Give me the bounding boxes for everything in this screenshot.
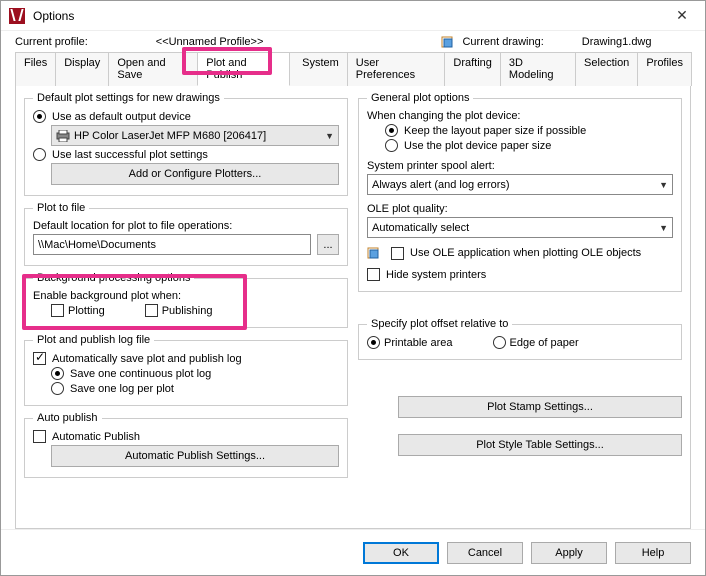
drawing-icon — [367, 246, 381, 260]
group-plot-to-file: Plot to file Default location for plot t… — [24, 202, 348, 266]
label-auto-save-log: Automatically save plot and publish log — [52, 353, 242, 365]
drawing-value: Drawing1.dwg — [582, 36, 652, 48]
chevron-down-icon: ▼ — [659, 223, 668, 233]
radio-keep-layout[interactable] — [385, 124, 398, 137]
radio-printable-area[interactable] — [367, 336, 380, 349]
label-log-per-plot: Save one log per plot — [70, 383, 174, 395]
default-plot-legend: Default plot settings for new drawings — [33, 92, 224, 104]
change-device-label: When changing the plot device: — [367, 110, 673, 122]
offset-legend: Specify plot offset relative to — [367, 318, 512, 330]
radio-last-successful[interactable] — [33, 148, 46, 161]
tab-selection[interactable]: Selection — [575, 52, 638, 86]
browse-button[interactable]: ... — [317, 234, 339, 255]
radio-use-device-size[interactable] — [385, 139, 398, 152]
plot-stamp-settings-button[interactable]: Plot Stamp Settings... — [398, 396, 682, 418]
label-keep-layout: Keep the layout paper size if possible — [404, 125, 586, 137]
plot-file-path-input[interactable]: \\Mac\Home\Documents — [33, 234, 311, 255]
cancel-button[interactable]: Cancel — [447, 542, 523, 564]
check-publishing[interactable] — [145, 304, 158, 317]
tab-profiles[interactable]: Profiles — [637, 52, 692, 86]
ole-quality-dropdown[interactable]: Automatically select▼ — [367, 217, 673, 238]
radio-default-device[interactable] — [33, 110, 46, 123]
profile-label: Current profile: — [15, 36, 88, 48]
label-one-log: Save one continuous plot log — [70, 368, 211, 380]
tab-user-prefs[interactable]: User Preferences — [347, 52, 446, 86]
close-icon[interactable]: ✕ — [667, 7, 697, 24]
spool-value: Always alert (and log errors) — [372, 179, 659, 191]
log-legend: Plot and publish log file — [33, 334, 154, 346]
device-value: HP Color LaserJet MFP M680 [206417] — [74, 130, 325, 142]
tab-open-save[interactable]: Open and Save — [108, 52, 198, 86]
group-default-plot: Default plot settings for new drawings U… — [24, 92, 348, 196]
tab-bar: Files Display Open and Save Plot and Pub… — [1, 51, 705, 85]
radio-edge-paper[interactable] — [493, 336, 506, 349]
add-configure-plotters-button[interactable]: Add or Configure Plotters... — [51, 163, 339, 185]
radio-one-log[interactable] — [51, 367, 64, 380]
help-button[interactable]: Help — [615, 542, 691, 564]
group-plot-offset: Specify plot offset relative to Printabl… — [358, 318, 682, 360]
tab-3d-modeling[interactable]: 3D Modeling — [500, 52, 576, 86]
group-log-file: Plot and publish log file Automatically … — [24, 334, 348, 406]
label-hide-printers: Hide system printers — [386, 269, 486, 281]
plot-to-file-legend: Plot to file — [33, 202, 89, 214]
drawing-label: Current drawing: — [462, 36, 543, 48]
apply-button[interactable]: Apply — [531, 542, 607, 564]
bg-legend: Background processing options — [33, 272, 194, 284]
window-title: Options — [33, 9, 667, 23]
app-icon — [9, 8, 25, 24]
drawing-icon — [441, 35, 455, 49]
group-auto-publish: Auto publish Automatic Publish Automatic… — [24, 412, 348, 478]
group-general-plot: General plot options When changing the p… — [358, 92, 682, 292]
label-publishing: Publishing — [162, 305, 213, 317]
label-auto-publish: Automatic Publish — [52, 431, 140, 443]
general-legend: General plot options — [367, 92, 473, 104]
profile-value: <<Unnamed Profile>> — [156, 36, 264, 48]
check-hide-printers[interactable] — [367, 268, 380, 281]
label-ole-app: Use OLE application when plotting OLE ob… — [410, 246, 641, 260]
ok-button[interactable]: OK — [363, 542, 439, 564]
spool-label: System printer spool alert: — [367, 160, 673, 172]
ole-quality-label: OLE plot quality: — [367, 203, 673, 215]
label-last-successful: Use last successful plot settings — [52, 149, 208, 161]
label-edge-paper: Edge of paper — [510, 337, 579, 349]
label-use-device-size: Use the plot device paper size — [404, 140, 551, 152]
check-ole-app[interactable] — [391, 247, 404, 260]
plot-file-location-label: Default location for plot to file operat… — [33, 220, 339, 232]
auto-publish-settings-button[interactable]: Automatic Publish Settings... — [51, 445, 339, 467]
plot-style-table-settings-button[interactable]: Plot Style Table Settings... — [398, 434, 682, 456]
radio-log-per-plot[interactable] — [51, 382, 64, 395]
auto-pub-legend: Auto publish — [33, 412, 102, 424]
chevron-down-icon: ▼ — [325, 131, 334, 141]
check-plotting[interactable] — [51, 304, 64, 317]
label-default-device: Use as default output device — [52, 111, 191, 123]
label-printable-area: Printable area — [384, 337, 453, 349]
bg-enable-label: Enable background plot when: — [33, 290, 339, 302]
ole-quality-value: Automatically select — [372, 222, 659, 234]
tab-system[interactable]: System — [289, 52, 348, 86]
tab-plot-publish[interactable]: Plot and Publish — [197, 52, 290, 86]
group-background-processing: Background processing options Enable bac… — [24, 272, 348, 328]
spool-dropdown[interactable]: Always alert (and log errors)▼ — [367, 174, 673, 195]
check-auto-save-log[interactable] — [33, 352, 46, 365]
label-plotting: Plotting — [68, 305, 105, 317]
check-auto-publish[interactable] — [33, 430, 46, 443]
tab-files[interactable]: Files — [15, 52, 56, 86]
printer-icon — [56, 130, 70, 142]
chevron-down-icon: ▼ — [659, 180, 668, 190]
tab-display[interactable]: Display — [55, 52, 109, 86]
device-dropdown[interactable]: HP Color LaserJet MFP M680 [206417] ▼ — [51, 125, 339, 146]
tab-drafting[interactable]: Drafting — [444, 52, 501, 86]
